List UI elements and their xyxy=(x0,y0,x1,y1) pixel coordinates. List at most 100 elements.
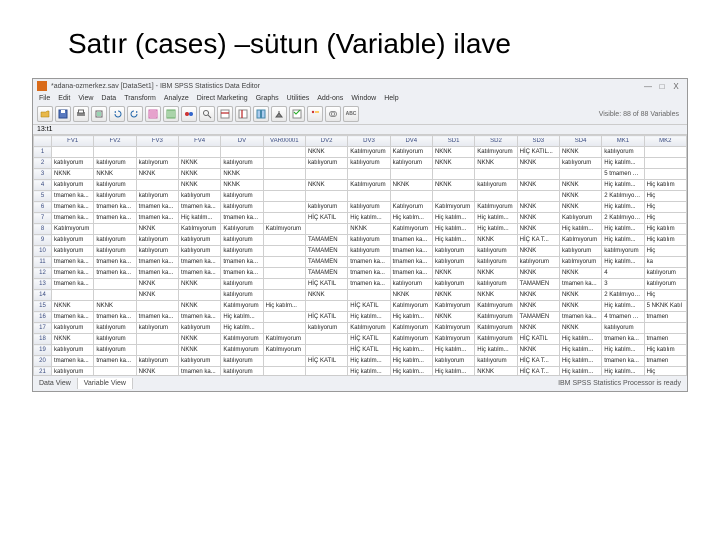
data-cell[interactable]: Hiç katılm... xyxy=(602,235,644,246)
insert-variable-icon[interactable] xyxy=(235,106,251,122)
data-cell[interactable]: Katılmıyorum xyxy=(432,202,474,213)
row-number[interactable]: 6 xyxy=(34,202,52,213)
tab-variable-view[interactable]: Variable View xyxy=(78,378,133,389)
data-cell[interactable] xyxy=(305,301,347,312)
column-header[interactable]: VAR00001 xyxy=(263,136,305,147)
close-button[interactable]: X xyxy=(669,82,683,91)
recall-icon[interactable] xyxy=(91,106,107,122)
data-cell[interactable]: Hiç katılm... xyxy=(390,312,432,323)
table-row[interactable]: 9katılıyorumkatılıyorumkatılıyorumkatılı… xyxy=(34,235,687,246)
data-cell[interactable]: Katılmıyorum xyxy=(390,334,432,345)
row-number[interactable]: 5 xyxy=(34,191,52,202)
data-cell[interactable]: katılıyorum xyxy=(432,257,474,268)
table-row[interactable]: 10katılıyorumkatılıyorumkatılıyorumkatıl… xyxy=(34,246,687,257)
data-cell[interactable]: Hiç katılm... xyxy=(390,345,432,356)
data-cell[interactable] xyxy=(136,345,178,356)
data-cell[interactable]: Hiç katılm... xyxy=(559,224,601,235)
data-cell[interactable]: katılıyorum xyxy=(94,235,136,246)
data-cell[interactable]: NKNK xyxy=(221,180,263,191)
menu-addons[interactable]: Add-ons xyxy=(317,95,343,102)
column-header[interactable]: SD3 xyxy=(517,136,559,147)
data-cell[interactable] xyxy=(305,191,347,202)
data-cell[interactable] xyxy=(52,290,94,301)
data-cell[interactable]: NKNK xyxy=(305,147,347,158)
data-cell[interactable]: Hiç katılm... xyxy=(475,224,517,235)
data-cell[interactable]: tmamen ka... xyxy=(348,279,390,290)
data-cell[interactable]: NKNK xyxy=(432,180,474,191)
data-cell[interactable] xyxy=(263,268,305,279)
data-cell[interactable]: tmamen ka... xyxy=(52,279,94,290)
data-cell[interactable]: tmamen xyxy=(644,312,686,323)
use-sets-icon[interactable] xyxy=(325,106,341,122)
data-cell[interactable] xyxy=(305,367,347,376)
data-cell[interactable] xyxy=(475,191,517,202)
table-row[interactable]: 4katılıyorumkatılıyorumNKNKNKNKNKNKKatıl… xyxy=(34,180,687,191)
data-cell[interactable] xyxy=(263,158,305,169)
data-cell[interactable]: katılıyorum xyxy=(305,202,347,213)
data-cell[interactable]: Katılmıyorum xyxy=(475,301,517,312)
data-cell[interactable]: katılıyorum xyxy=(52,235,94,246)
data-cell[interactable]: NKNK xyxy=(432,290,474,301)
data-cell[interactable]: katılıyorum xyxy=(178,191,220,202)
data-cell[interactable]: NKNK xyxy=(559,268,601,279)
data-cell[interactable]: katılıyorum xyxy=(136,323,178,334)
data-cell[interactable]: NKNK xyxy=(390,290,432,301)
data-cell[interactable]: Hiç katılm... xyxy=(178,213,220,224)
data-cell[interactable]: Hiç katılm... xyxy=(348,213,390,224)
data-cell[interactable]: NKNK xyxy=(559,202,601,213)
data-cell[interactable]: tmamen ka... xyxy=(136,268,178,279)
data-cell[interactable]: Katılmıyorum xyxy=(263,224,305,235)
menu-window[interactable]: Window xyxy=(351,95,376,102)
data-cell[interactable]: katılıyorum xyxy=(475,279,517,290)
data-cell[interactable]: TAMAMEN xyxy=(305,268,347,279)
table-row[interactable]: 2katılıyorumkatılıyorumkatılıyorumNKNKka… xyxy=(34,158,687,169)
data-cell[interactable]: NKNK xyxy=(178,158,220,169)
data-cell[interactable]: HİÇ KA T... xyxy=(517,367,559,376)
menu-utilities[interactable]: Utilities xyxy=(287,95,310,102)
data-cell[interactable] xyxy=(94,290,136,301)
data-cell[interactable]: katılıyorum xyxy=(432,279,474,290)
row-number[interactable]: 19 xyxy=(34,345,52,356)
column-header[interactable]: DV xyxy=(221,136,263,147)
data-cell[interactable]: katılıyorum xyxy=(52,180,94,191)
data-cell[interactable]: NKNK xyxy=(559,301,601,312)
data-cell[interactable] xyxy=(348,169,390,180)
data-cell[interactable]: Hiç katılım xyxy=(644,180,686,191)
table-row[interactable]: 17katılıyorumkatılıyorumkatılıyorumkatıl… xyxy=(34,323,687,334)
row-number[interactable]: 4 xyxy=(34,180,52,191)
column-header[interactable]: FV4 xyxy=(178,136,220,147)
data-cell[interactable]: katılıyorum xyxy=(517,257,559,268)
data-cell[interactable]: tmamen ka... xyxy=(94,312,136,323)
data-cell[interactable]: Hiç katılm... xyxy=(221,323,263,334)
data-cell[interactable]: HİÇ KATIL xyxy=(348,301,390,312)
data-cell[interactable]: tmamen ka... xyxy=(221,268,263,279)
data-cell[interactable]: NKNK xyxy=(136,279,178,290)
data-cell[interactable]: katılıyorum xyxy=(390,158,432,169)
data-cell[interactable]: Hiç katılm... xyxy=(559,356,601,367)
data-cell[interactable]: katılıyorum xyxy=(432,246,474,257)
data-cell[interactable] xyxy=(305,345,347,356)
data-cell[interactable]: 3 xyxy=(602,279,644,290)
cell-reference-input[interactable] xyxy=(37,126,77,133)
data-cell[interactable] xyxy=(263,147,305,158)
data-cell[interactable] xyxy=(559,169,601,180)
data-cell[interactable]: katılıyorum xyxy=(602,323,644,334)
tab-data-view[interactable]: Data View xyxy=(33,378,78,389)
data-cell[interactable] xyxy=(136,147,178,158)
data-cell[interactable]: katılıyorum xyxy=(432,356,474,367)
open-icon[interactable] xyxy=(37,106,53,122)
data-cell[interactable]: NKNK xyxy=(136,169,178,180)
data-cell[interactable] xyxy=(263,246,305,257)
data-cell[interactable] xyxy=(263,257,305,268)
data-cell[interactable]: katılıyorum xyxy=(94,158,136,169)
data-cell[interactable] xyxy=(305,224,347,235)
data-cell[interactable]: Katılmıyorum xyxy=(475,202,517,213)
data-cell[interactable]: Hiç katılm... xyxy=(559,334,601,345)
data-cell[interactable] xyxy=(94,224,136,235)
data-cell[interactable]: tmamen ka... xyxy=(136,257,178,268)
data-cell[interactable]: NKNK xyxy=(475,158,517,169)
data-cell[interactable]: katılıyorum xyxy=(136,356,178,367)
data-cell[interactable]: katılıyorum xyxy=(221,158,263,169)
data-grid-wrap[interactable]: FV1FV2FV3FV4DVVAR00001DV2DV3DV4SD1SD2SD3… xyxy=(33,135,687,375)
data-cell[interactable] xyxy=(348,290,390,301)
